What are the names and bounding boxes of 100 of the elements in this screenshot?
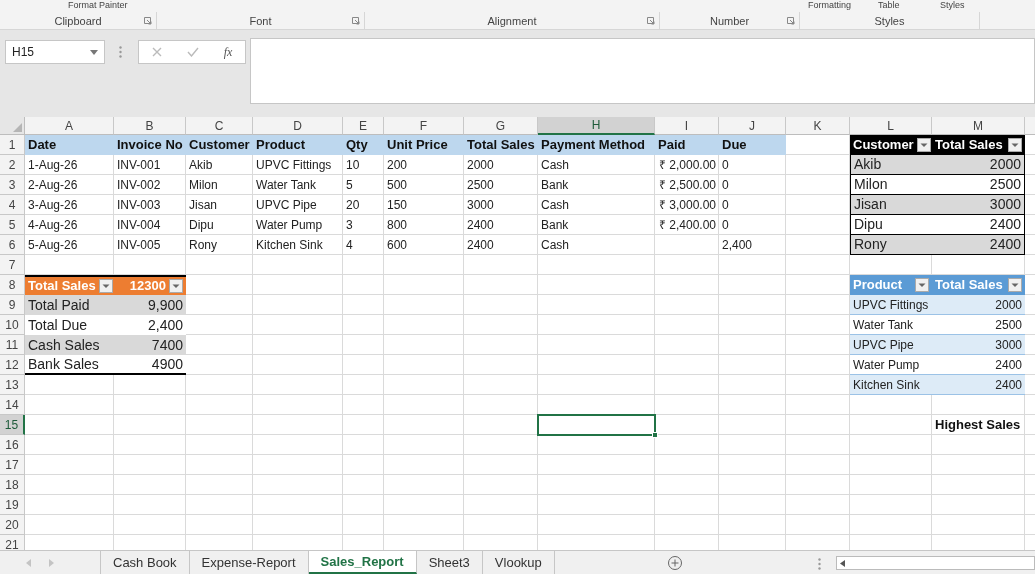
row-header[interactable]: 4 — [0, 195, 25, 215]
column-heading: Payment Method — [538, 135, 655, 155]
table-cell: 9,900 — [114, 295, 186, 315]
table-cell-text: UPVC Pipe — [255, 197, 318, 214]
table-cell: UPVC Fittings — [850, 295, 932, 315]
column-header[interactable]: F — [384, 117, 464, 135]
table-cell-text: Kitchen Sink — [255, 237, 324, 254]
row-header[interactable]: 7 — [0, 255, 25, 275]
sheet-tab[interactable]: Cash Book — [101, 551, 190, 574]
column-heading: Paid — [655, 135, 719, 155]
formula-input[interactable] — [250, 38, 1035, 104]
table-cell: UPVC Pipe — [850, 335, 932, 355]
row-header[interactable]: 19 — [0, 495, 25, 515]
column-header[interactable]: I — [655, 117, 719, 135]
dialog-launcher-icon[interactable] — [352, 17, 360, 25]
sheet-tab[interactable]: Sheet3 — [416, 551, 483, 574]
table-cell: 2400 — [932, 355, 1025, 375]
fill-handle[interactable] — [652, 432, 658, 438]
table-cell-text: ₹ 3,000.00 — [657, 197, 717, 214]
group-label: Number — [709, 13, 750, 29]
dialog-launcher-icon[interactable] — [144, 17, 152, 25]
table-cell-text: Dipu — [188, 217, 215, 234]
ribbon-command[interactable]: Format Painter — [68, 0, 128, 11]
table-cell-text: Cash — [540, 157, 570, 174]
table-cell-text: Water Tank — [255, 177, 318, 194]
row-header[interactable]: 14 — [0, 395, 25, 415]
column-header[interactable]: A — [25, 117, 114, 135]
row-header[interactable]: 16 — [0, 435, 25, 455]
column-header[interactable]: K — [786, 117, 850, 135]
table-cell-text: 200 — [386, 157, 409, 174]
filter-button[interactable] — [1008, 137, 1022, 152]
select-all-button[interactable] — [0, 117, 25, 135]
column-heading: Customer — [186, 135, 253, 155]
row-header[interactable]: 3 — [0, 175, 25, 195]
more-icon — [818, 558, 821, 570]
row-header[interactable]: 1 — [0, 135, 25, 155]
dialog-launcher-icon[interactable] — [787, 17, 795, 25]
row-header[interactable]: 8 — [0, 275, 25, 295]
column-heading: Unit Price — [384, 135, 464, 155]
row-header[interactable]: 17 — [0, 455, 25, 475]
more-icon — [119, 46, 122, 58]
sheet-tab[interactable]: Vlookup — [482, 551, 555, 574]
column-heading: Date — [25, 135, 114, 155]
column-header[interactable]: B — [114, 117, 186, 135]
dialog-launcher-icon[interactable] — [647, 17, 655, 25]
ribbon-command[interactable]: Table — [878, 0, 900, 11]
row-header[interactable]: 13 — [0, 375, 25, 395]
table-cell: Bank Sales — [25, 355, 114, 375]
row-header[interactable]: 15 — [0, 415, 25, 435]
column-header[interactable]: C — [186, 117, 253, 135]
row-header[interactable]: 2 — [0, 155, 25, 175]
insert-function-button[interactable]: fx — [223, 43, 233, 61]
ribbon-command[interactable]: Formatting — [808, 0, 851, 11]
filter-button[interactable] — [916, 137, 931, 152]
row-header[interactable]: 10 — [0, 315, 25, 335]
table-cell-text: Cash — [540, 237, 570, 254]
name-box[interactable]: H15 — [5, 40, 105, 64]
table-cell-text: 2-Aug-26 — [27, 177, 79, 194]
table-cell-text: ₹ 2,000.00 — [657, 157, 717, 174]
table-cell-text: 2400 — [466, 217, 495, 234]
row-header[interactable]: 20 — [0, 515, 25, 535]
table-cell: Dipu — [850, 215, 932, 235]
column-header[interactable]: J — [719, 117, 786, 135]
column-header[interactable]: D — [253, 117, 343, 135]
row-header[interactable]: 11 — [0, 335, 25, 355]
table-cell-text: 2500 — [466, 177, 495, 194]
row-header[interactable]: 5 — [0, 215, 25, 235]
column-header[interactable]: G — [464, 117, 538, 135]
sheet-tab[interactable]: Sales_Report — [308, 551, 417, 574]
row-header[interactable]: 9 — [0, 295, 25, 315]
table-cell: Rony — [850, 235, 932, 255]
triangle-icon — [13, 123, 22, 132]
table-cell-text: 5 — [345, 177, 354, 194]
add-sheet-icon[interactable] — [666, 554, 683, 571]
row-header[interactable]: 6 — [0, 235, 25, 255]
column-header[interactable]: L — [850, 117, 932, 135]
table-cell-text: UPVC Fittings — [255, 157, 333, 174]
column-header[interactable]: E — [343, 117, 384, 135]
check-icon[interactable] — [186, 47, 199, 57]
row-header[interactable]: 18 — [0, 475, 25, 495]
scroll-left-icon[interactable] — [840, 560, 845, 567]
table-cell: 2400 — [932, 235, 1025, 255]
column-heading: Total Sales — [464, 135, 538, 155]
column-header[interactable]: H — [538, 117, 655, 135]
ribbon-command[interactable]: Styles — [940, 0, 965, 11]
cancel-icon[interactable] — [151, 47, 162, 57]
sheet-tab[interactable]: Expense-Report — [189, 551, 309, 574]
row-header[interactable]: 21 — [0, 535, 25, 550]
group-label: Font — [249, 13, 272, 29]
table-cell-text: 3-Aug-26 — [27, 197, 79, 214]
table-cell: 2,400 — [114, 315, 186, 335]
column-header[interactable]: M — [932, 117, 1025, 135]
horizontal-scrollbar[interactable] — [836, 556, 1035, 570]
row-header[interactable]: 12 — [0, 355, 25, 375]
table-cell: 2000 — [932, 295, 1025, 315]
column-heading: Qty — [343, 135, 384, 155]
heading-text: Total Sales — [935, 135, 1004, 154]
active-cell[interactable] — [537, 414, 656, 436]
table-cell-text: 4 — [345, 237, 354, 254]
table-cell: Akib — [850, 155, 932, 175]
